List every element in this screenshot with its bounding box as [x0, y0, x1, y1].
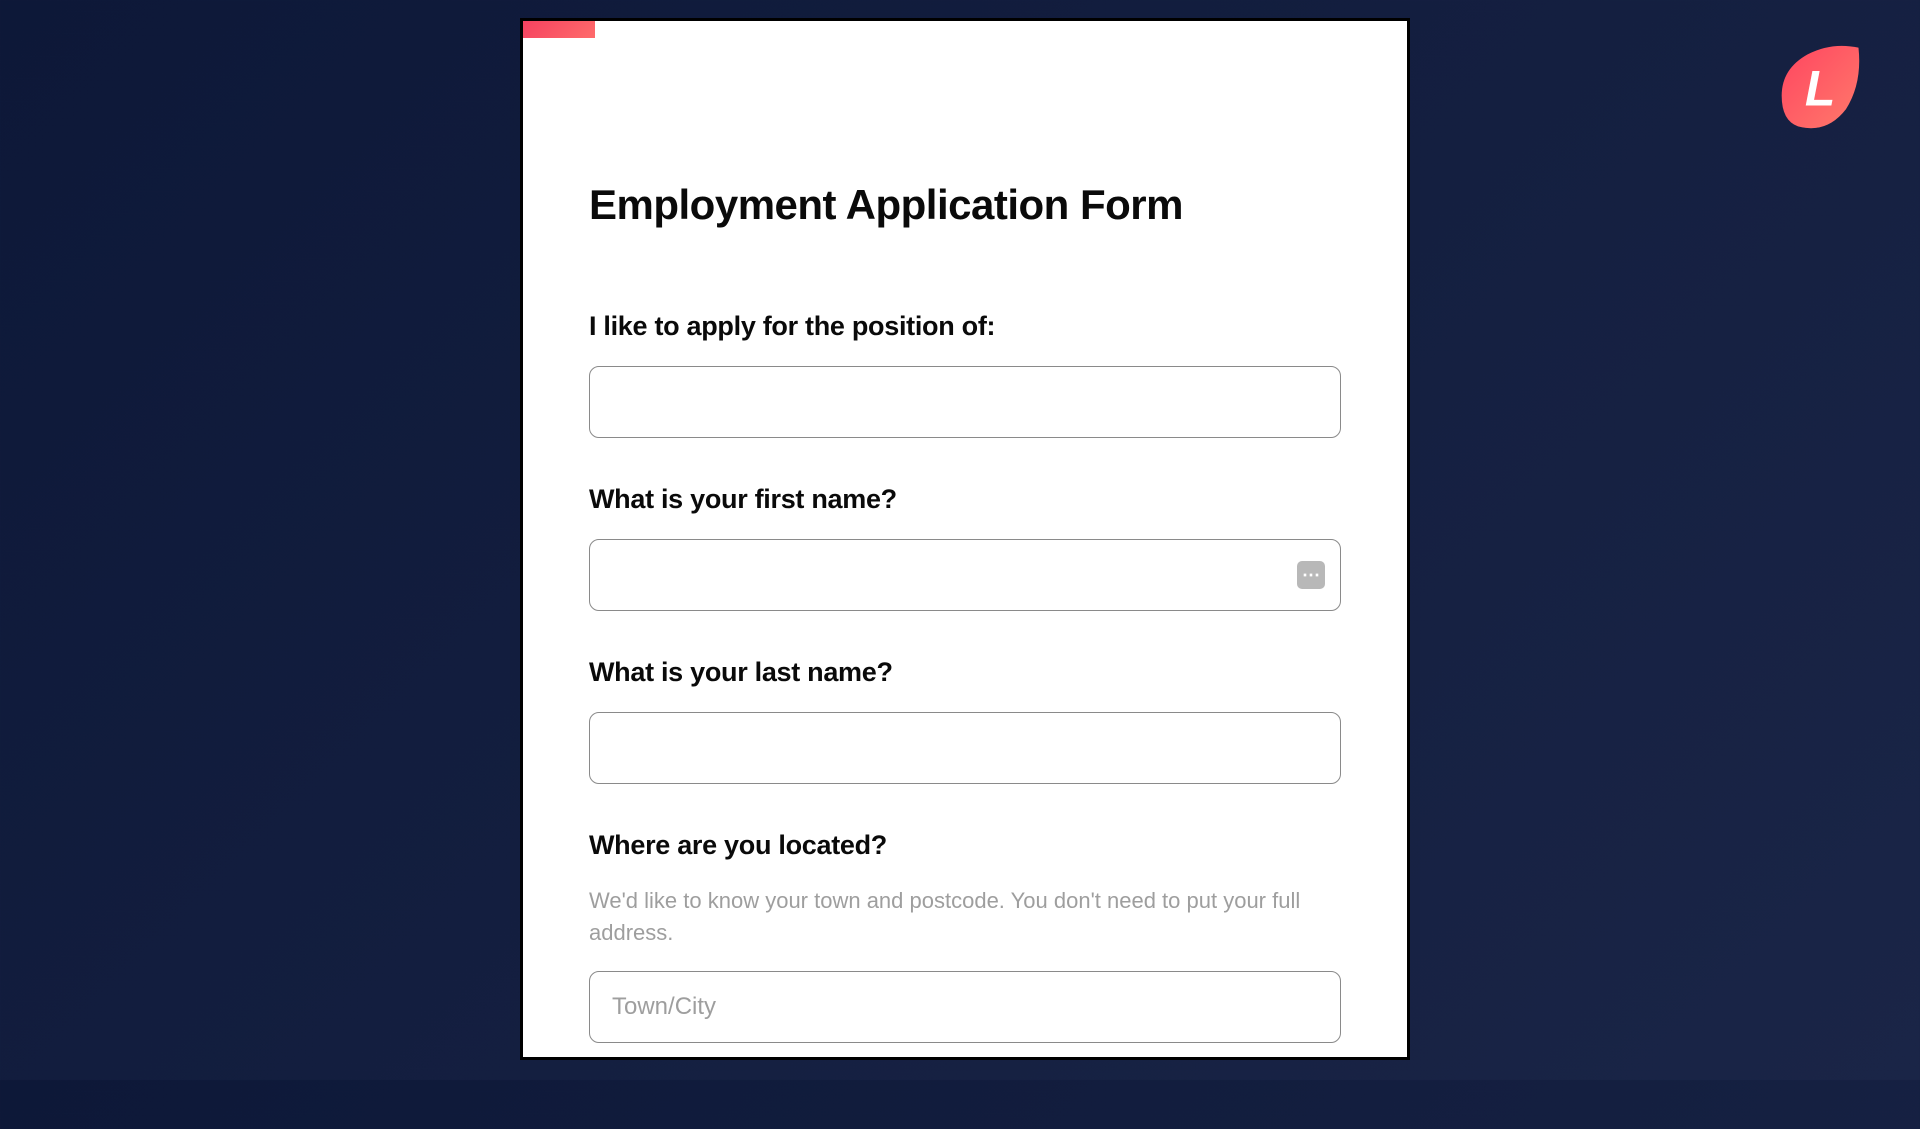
- svg-text:L: L: [1805, 60, 1836, 116]
- position-label: I like to apply for the position of:: [589, 311, 1341, 342]
- form-title: Employment Application Form: [589, 181, 1341, 229]
- field-location: Where are you located? We'd like to know…: [589, 830, 1341, 1043]
- field-first-name: What is your first name?: [589, 484, 1341, 611]
- first-name-input[interactable]: [589, 539, 1341, 611]
- field-position: I like to apply for the position of:: [589, 311, 1341, 438]
- location-label: Where are you located?: [589, 830, 1341, 861]
- autofill-icon[interactable]: [1297, 561, 1325, 589]
- position-input[interactable]: [589, 366, 1341, 438]
- brand-logo: L: [1774, 40, 1870, 136]
- corner-accent: [523, 21, 595, 38]
- first-name-label: What is your first name?: [589, 484, 1341, 515]
- location-input[interactable]: [589, 971, 1341, 1043]
- form-panel: Employment Application Form I like to ap…: [520, 18, 1410, 1060]
- last-name-input[interactable]: [589, 712, 1341, 784]
- last-name-label: What is your last name?: [589, 657, 1341, 688]
- field-last-name: What is your last name?: [589, 657, 1341, 784]
- location-help-text: We'd like to know your town and postcode…: [589, 885, 1341, 949]
